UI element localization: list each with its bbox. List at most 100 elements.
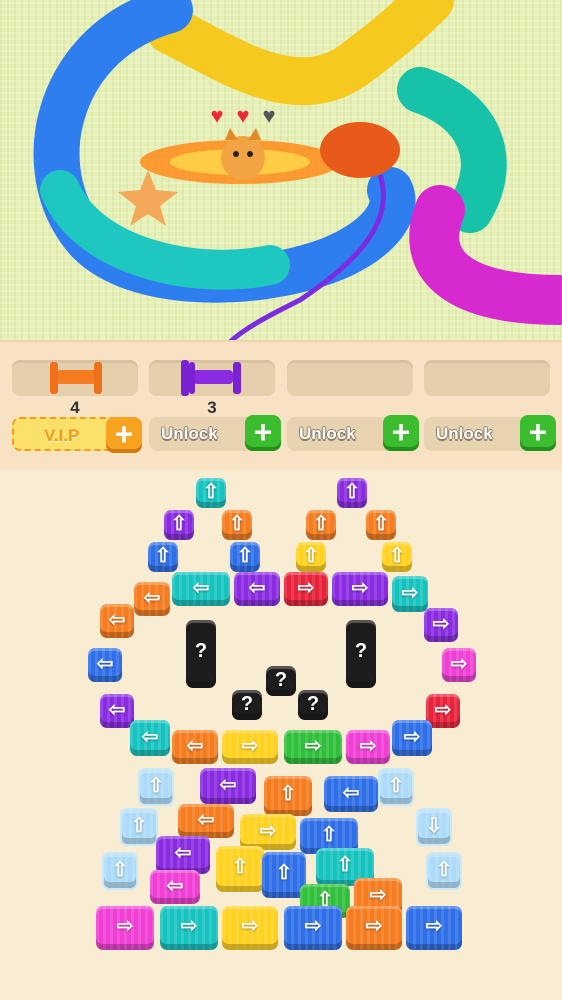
arrow-block[interactable]: ⇨ xyxy=(284,906,342,950)
unlock-label: Unlock xyxy=(161,424,218,443)
arrow-block[interactable]: ⇦ xyxy=(200,768,256,804)
heart-glyph: ♥ xyxy=(236,103,250,128)
spool-slot-1[interactable] xyxy=(12,360,138,396)
arrow-up-icon: ⇧ xyxy=(231,856,249,879)
arrow-up-icon: ⇧ xyxy=(236,544,254,567)
yellow-snake xyxy=(146,0,454,106)
spool-slot-3[interactable] xyxy=(287,360,413,396)
arrow-block[interactable]: ⇨ xyxy=(284,730,342,764)
arrow-block[interactable]: ⇩ xyxy=(416,808,452,846)
spool-slot-2[interactable] xyxy=(149,360,275,396)
arrow-block[interactable]: ⇨ xyxy=(424,608,458,642)
arrow-block[interactable]: ⇨ xyxy=(392,576,428,612)
plus-icon: + xyxy=(106,417,142,453)
arrow-up-icon: ⇧ xyxy=(202,480,220,503)
arrow-left-icon: ⇦ xyxy=(192,576,210,599)
arrow-right-icon: ⇨ xyxy=(450,652,468,675)
arrow-block[interactable]: ⇧ xyxy=(230,542,260,572)
arrow-block[interactable]: ⇧ xyxy=(382,542,412,572)
arrow-left-icon: ⇦ xyxy=(342,781,360,804)
unlock-button-2[interactable]: Unlock + xyxy=(149,415,281,451)
arrow-block[interactable]: ⇦ xyxy=(178,804,234,838)
arrow-block[interactable]: ⇨ xyxy=(160,906,218,950)
arrow-block[interactable]: ⇦ xyxy=(172,730,218,764)
plus-icon: + xyxy=(520,415,556,451)
arrow-block[interactable]: ⇨ xyxy=(332,572,388,606)
mystery-block[interactable]: ? xyxy=(298,690,328,720)
arrow-block[interactable]: ⇧ xyxy=(120,808,158,846)
cat-character xyxy=(221,136,265,180)
arrow-right-icon: ⇨ xyxy=(297,576,315,599)
arrow-up-icon: ⇧ xyxy=(387,774,405,797)
arrow-up-icon: ⇧ xyxy=(320,823,338,846)
arrow-block[interactable]: ⇨ xyxy=(240,814,296,850)
question-mark-icon: ? xyxy=(194,640,208,663)
arrow-up-icon: ⇧ xyxy=(302,544,320,567)
arrow-right-icon: ⇨ xyxy=(401,581,419,604)
arrow-block[interactable]: ⇨ xyxy=(346,906,402,950)
plus-icon: + xyxy=(383,415,419,451)
arrow-block[interactable]: ⇦ xyxy=(172,572,230,606)
arrow-block[interactable]: ⇨ xyxy=(222,906,278,950)
arrow-block[interactable]: ⇧ xyxy=(306,510,336,540)
unlock-button-3[interactable]: Unlock + xyxy=(287,415,419,451)
arrow-block[interactable]: ⇦ xyxy=(150,870,200,904)
arrow-block[interactable]: ⇧ xyxy=(378,768,414,806)
arrow-block[interactable]: ⇧ xyxy=(337,478,367,508)
arrow-left-icon: ⇦ xyxy=(143,586,161,609)
arrow-right-icon: ⇨ xyxy=(425,915,443,938)
arrow-up-icon: ⇧ xyxy=(147,774,165,797)
arrow-block[interactable]: ⇦ xyxy=(234,572,280,606)
arrow-block[interactable]: ⇧ xyxy=(216,846,264,892)
arrow-block[interactable]: ⇨ xyxy=(284,572,328,606)
mystery-block[interactable]: ? xyxy=(346,620,376,688)
unlock-button-4[interactable]: Unlock + xyxy=(424,415,556,451)
arrow-block[interactable]: ⇦ xyxy=(134,582,170,616)
arrow-block[interactable]: ⇧ xyxy=(196,478,226,508)
arrow-block[interactable]: ⇦ xyxy=(156,836,210,874)
mystery-block[interactable]: ? xyxy=(186,620,216,688)
arrow-block[interactable]: ⇧ xyxy=(264,776,312,816)
arrow-up-icon: ⇧ xyxy=(111,858,129,881)
arrow-left-icon: ⇦ xyxy=(166,874,184,897)
arrow-right-icon: ⇨ xyxy=(180,915,198,938)
spool-tray: 4 3 V.I.P + Unlock + Unlock + Unlock + xyxy=(0,340,562,470)
arrow-block[interactable]: ⇧ xyxy=(102,852,138,890)
arrow-right-icon: ⇨ xyxy=(365,915,383,938)
vip-button[interactable]: V.I.P + xyxy=(12,417,142,453)
arrow-block[interactable]: ⇦ xyxy=(100,694,134,728)
arrow-block[interactable]: ⇧ xyxy=(296,542,326,572)
mystery-block[interactable]: ? xyxy=(266,666,296,696)
arrow-left-icon: ⇦ xyxy=(108,698,126,721)
arrow-block[interactable]: ⇦ xyxy=(324,776,378,812)
arrow-up-icon: ⇧ xyxy=(388,544,406,567)
arrow-block[interactable]: ⇦ xyxy=(130,720,170,756)
knit-snakes xyxy=(33,0,562,340)
arrow-left-icon: ⇦ xyxy=(96,652,114,675)
arrow-block[interactable]: ⇨ xyxy=(442,648,476,682)
question-mark-icon: ? xyxy=(274,668,288,691)
arrow-block[interactable]: ⇨ xyxy=(222,730,278,764)
arrow-left-icon: ⇦ xyxy=(108,608,126,631)
orange-spool-icon xyxy=(50,362,102,394)
arrow-left-icon: ⇦ xyxy=(141,725,159,748)
arrow-block[interactable]: ⇨ xyxy=(346,730,390,764)
spool-slot-4[interactable] xyxy=(424,360,550,396)
game-scene: ♥ ♥ ♥ xyxy=(0,0,562,340)
arrow-block[interactable]: ⇨ xyxy=(96,906,154,950)
arrow-block[interactable]: ⇧ xyxy=(164,510,194,540)
arrow-block[interactable]: ⇧ xyxy=(148,542,178,572)
arrow-block[interactable]: ⇦ xyxy=(88,648,122,682)
arrow-block[interactable]: ⇦ xyxy=(100,604,134,638)
heart-glyph: ♥ xyxy=(262,103,276,128)
arrow-block[interactable]: ⇨ xyxy=(392,720,432,756)
arrow-block[interactable]: ⇧ xyxy=(222,510,252,540)
arrow-block[interactable]: ⇧ xyxy=(138,768,174,806)
arrow-right-icon: ⇨ xyxy=(434,698,452,721)
dragon-head xyxy=(320,122,400,178)
arrow-block[interactable]: ⇨ xyxy=(406,906,462,950)
plus-icon: + xyxy=(245,415,281,451)
arrow-block[interactable]: ⇧ xyxy=(366,510,396,540)
arrow-block[interactable]: ⇧ xyxy=(426,852,462,890)
mystery-block[interactable]: ? xyxy=(232,690,262,720)
